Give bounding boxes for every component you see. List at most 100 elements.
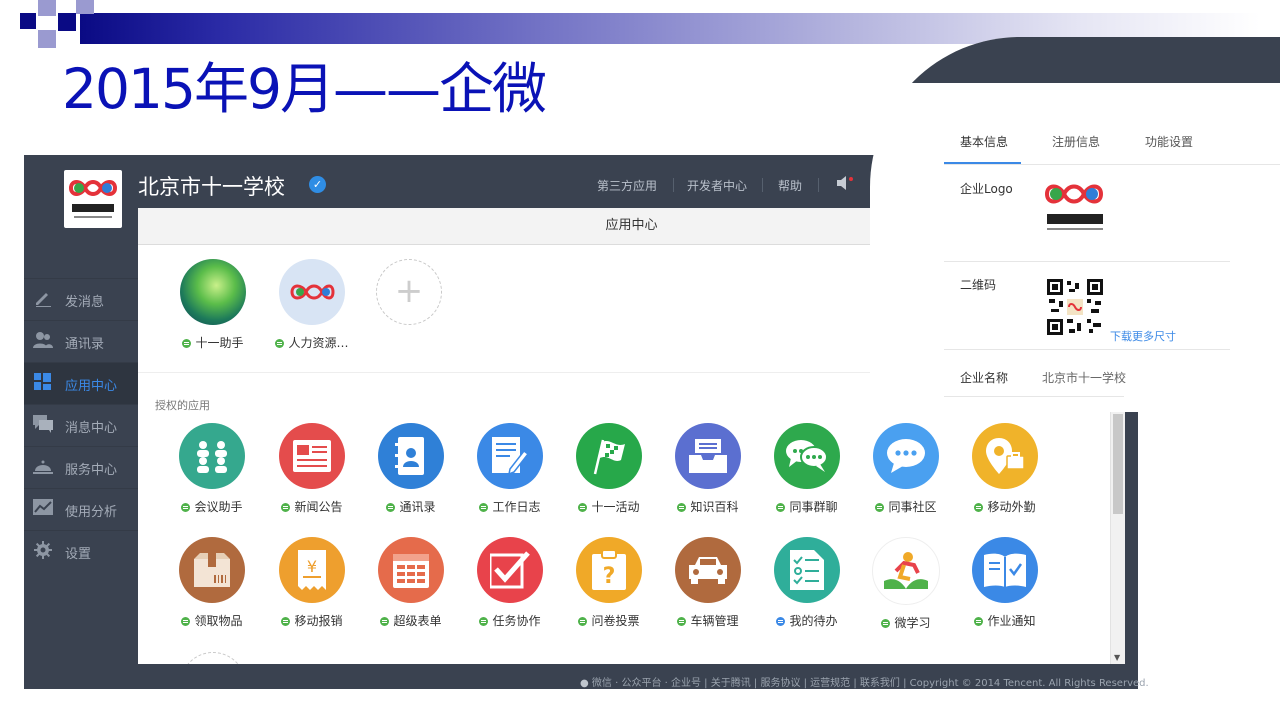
todo-icon [774, 537, 840, 603]
app-status-dot [677, 617, 687, 626]
pencil-icon [33, 289, 53, 309]
package-icon [179, 537, 245, 603]
tab-feature-settings[interactable]: 功能设置 [1145, 133, 1193, 150]
app-tile-meeting-assistant[interactable]: 会议助手 [167, 423, 257, 515]
app-label: 新闻公告 [294, 500, 343, 514]
decor-square [58, 13, 76, 31]
nav-divider [673, 178, 674, 192]
page-footer: ● 微信 · 公众平台 · 企业号 | 关于腾讯 | 服务协议 | 运营规范 |… [580, 674, 1149, 689]
decor-square [38, 0, 56, 16]
app-tile-reimbursement[interactable]: ¥ 移动报销 [267, 537, 357, 629]
app-tile-homework-notice[interactable]: 作业通知 [960, 537, 1050, 629]
app-label: 通讯录 [399, 500, 436, 514]
app-status-dot [479, 503, 489, 512]
tab-basic-info[interactable]: 基本信息 [960, 133, 1008, 150]
app-status-dot [182, 339, 192, 348]
app-status-dot [479, 617, 489, 626]
landscape-icon [180, 259, 246, 325]
app-label: 作业通知 [987, 614, 1036, 628]
apps-icon [33, 373, 53, 393]
app-tile-activities[interactable]: 十一活动 [564, 423, 654, 515]
worklog-icon [477, 423, 543, 489]
sidebar-item-service-center[interactable]: 服务中心 [24, 446, 138, 488]
svg-text:?: ? [603, 564, 616, 589]
app-status-dot [677, 503, 687, 512]
app-status-dot [875, 503, 885, 512]
home-icon [776, 617, 786, 626]
app-status-dot [578, 503, 588, 512]
enterprise-name-label: 企业名称 [960, 371, 1009, 385]
app-tile-super-form[interactable]: 超级表单 [366, 537, 456, 629]
scrollbar[interactable]: ▼ [1110, 398, 1125, 664]
app-tile-my-todo[interactable]: 我的待办 [762, 537, 852, 629]
gear-icon [33, 541, 53, 561]
app-label: 知识百科 [690, 500, 739, 514]
app-status-dot [386, 503, 396, 512]
app-tile-micro-learning[interactable]: 微学习 [861, 537, 951, 631]
speaker-icon[interactable] [836, 176, 854, 194]
nav-developer-center[interactable]: 开发者中心 [687, 177, 747, 194]
app-label: 车辆管理 [690, 614, 739, 628]
sidebar-item-app-center[interactable]: 应用中心 [24, 362, 138, 404]
contacts-icon [33, 331, 53, 351]
add-app-button[interactable]: + [364, 259, 454, 325]
app-tile-community[interactable]: 同事社区 [861, 423, 951, 515]
decor-square [20, 13, 36, 29]
app-label: 移动报销 [294, 614, 343, 628]
verified-icon: ✓ [309, 176, 326, 193]
app-tile-vehicle-mgmt[interactable]: 车辆管理 [663, 537, 753, 629]
app-label: 微学习 [894, 616, 931, 630]
sidebar-item-usage-analysis[interactable]: 使用分析 [24, 488, 138, 530]
meeting-icon [179, 423, 245, 489]
app-tile-group-chat[interactable]: 同事群聊 [762, 423, 852, 515]
app-tile-task-collab[interactable]: 任务协作 [465, 537, 555, 629]
app-tile-news[interactable]: 新闻公告 [267, 423, 357, 515]
scrollbar-thumb[interactable] [1113, 414, 1123, 514]
app-label: 超级表单 [393, 614, 442, 628]
sidebar-item-contacts[interactable]: 通讯录 [24, 320, 138, 362]
sidebar-item-label: 服务中心 [65, 463, 118, 478]
app-status-dot [181, 503, 191, 512]
nav-help[interactable]: 帮助 [778, 177, 802, 194]
app-tile-survey[interactable]: ? 问卷投票 [564, 537, 654, 629]
group-chat-icon [774, 423, 840, 489]
tab-registration-info[interactable]: 注册信息 [1052, 133, 1100, 150]
app-tile-field-work[interactable]: 移动外勤 [960, 423, 1050, 515]
scroll-down-icon[interactable]: ▼ [1114, 653, 1120, 662]
qr-code-image [1047, 279, 1103, 335]
app-status-dot [181, 617, 191, 626]
sidebar-item-message-center[interactable]: 消息中心 [24, 404, 138, 446]
app-tile-contacts[interactable]: 通讯录 [366, 423, 456, 515]
sidebar-item-send-message[interactable]: 发消息 [24, 278, 138, 320]
download-more-sizes-link[interactable]: 下载更多尺寸 [1110, 328, 1176, 344]
enterprise-name-value: 北京市十一学校 [1042, 371, 1127, 385]
app-status-dot [578, 617, 588, 626]
sidebar-item-label: 消息中心 [65, 421, 118, 436]
row-divider [944, 396, 1124, 397]
app-tile-work-log[interactable]: 工作日志 [465, 423, 555, 515]
nav-third-party-apps[interactable]: 第三方应用 [597, 177, 657, 194]
app-tile-hr[interactable]: 人力资源… [267, 259, 357, 351]
app-label: 会议助手 [194, 500, 243, 514]
task-check-icon [477, 537, 543, 603]
nav-divider [762, 178, 763, 192]
app-tile-collect-items[interactable]: 领取物品 [167, 537, 257, 629]
app-label: 移动外勤 [987, 500, 1036, 514]
sidebar-item-settings[interactable]: 设置 [24, 530, 138, 572]
app-status-dot [974, 503, 984, 512]
app-tile-knowledge[interactable]: 知识百科 [663, 423, 753, 515]
app-tile-assistant[interactable]: 十一助手 [168, 259, 258, 351]
partial-add-circle [180, 652, 246, 664]
footer-text: 微信 · 公众平台 · 企业号 | 关于腾讯 | 服务协议 | 运营规范 | 联… [591, 678, 1149, 689]
org-logo [64, 170, 122, 228]
flag-icon [576, 423, 642, 489]
learn-icon [872, 537, 940, 605]
book-icon [972, 537, 1038, 603]
app-status-dot [275, 339, 285, 348]
app-label: 十一活动 [591, 500, 640, 514]
news-icon [279, 423, 345, 489]
app-status-dot [380, 617, 390, 626]
enterprise-logo [1041, 178, 1107, 236]
school-logo-icon [279, 259, 345, 325]
app-label: 我的待办 [789, 614, 838, 628]
